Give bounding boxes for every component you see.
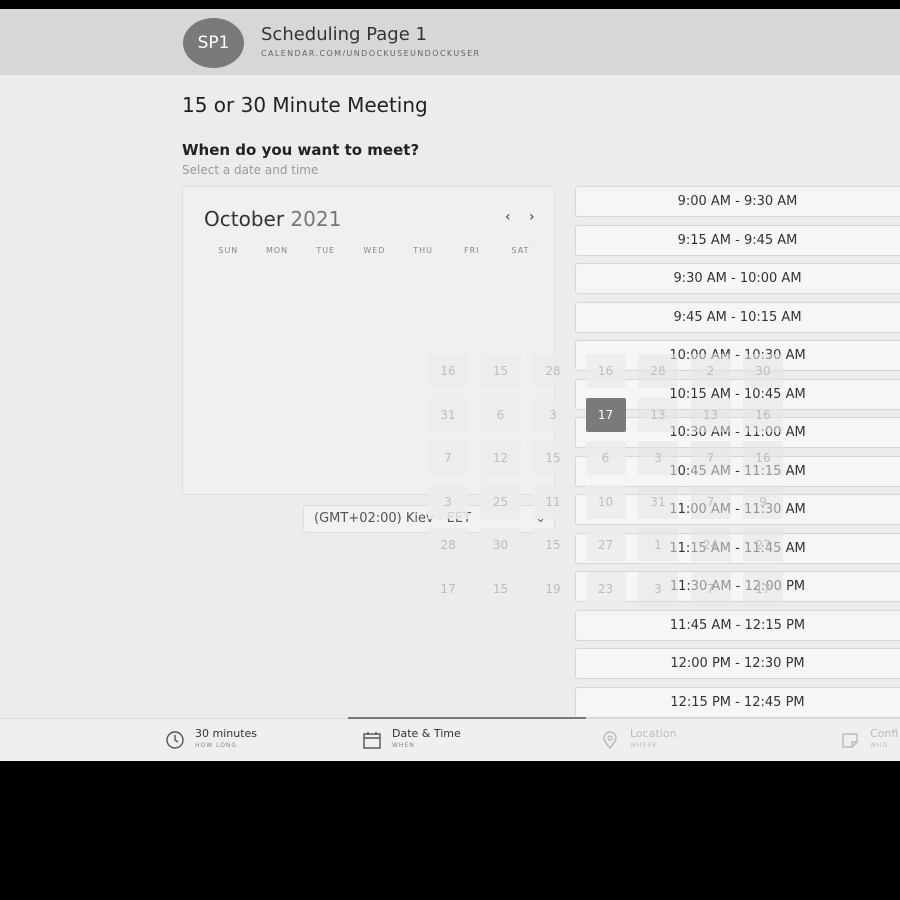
day-cell[interactable]: 16 [743, 441, 783, 475]
time-slot-button[interactable]: 11:45 AM - 12:15 PM [575, 609, 900, 641]
step-confirm-sub: WHO [870, 742, 889, 749]
day-cell[interactable]: 17 [428, 571, 468, 606]
time-slot-button[interactable]: 12:15 PM - 12:45 PM [575, 686, 900, 718]
day-cell[interactable]: 15 [480, 571, 521, 606]
weekday-label: TUE [316, 246, 336, 255]
weekday-label: SUN [218, 246, 239, 255]
day-cell[interactable]: 13 [638, 397, 678, 432]
time-slot-button[interactable]: 12:00 PM - 12:30 PM [575, 648, 900, 679]
weekday-label: FRI [464, 246, 480, 255]
day-cell[interactable]: 27 [743, 528, 783, 562]
day-cell[interactable]: 28 [533, 354, 573, 388]
day-cell[interactable]: 6 [480, 397, 521, 432]
day-cell[interactable]: 31 [428, 397, 468, 432]
weekday-label: SAT [511, 246, 530, 255]
question-heading: When do you want to meet? [182, 141, 420, 159]
weekday-label: MON [265, 246, 289, 255]
day-cell[interactable]: 7 [428, 441, 468, 475]
day-cell[interactable]: 7 [690, 571, 731, 606]
day-cell[interactable]: 9 [743, 484, 783, 519]
chevron-left-icon[interactable]: ‹ [505, 209, 511, 225]
day-cell[interactable]: 12 [480, 441, 521, 475]
day-cell[interactable]: 3 [533, 397, 573, 432]
confirm-icon [842, 733, 858, 748]
calendar-month-year: October 2021 [204, 207, 341, 231]
meeting-title: 15 or 30 Minute Meeting [182, 93, 428, 117]
calendar-icon [363, 732, 381, 749]
day-cell[interactable]: 30 [743, 354, 783, 388]
step-date-time-sub: WHEN [392, 742, 415, 749]
day-cell[interactable]: 3 [428, 484, 468, 519]
day-cell[interactable]: 3 [638, 441, 678, 475]
day-cell[interactable]: 25 [480, 484, 521, 519]
step-duration-label: 30 minutes [195, 727, 258, 740]
avatar: SP1 [183, 18, 244, 68]
day-cell[interactable]: 27 [585, 528, 626, 562]
day-cell[interactable]: 16 [743, 397, 783, 432]
day-cell[interactable]: 15 [533, 528, 573, 562]
step-date-time-label: Date & Time [392, 727, 461, 740]
chevron-right-icon[interactable]: › [529, 209, 535, 225]
step-location-sub: WHERE [630, 742, 658, 749]
day-cell[interactable]: 7 [690, 484, 731, 519]
step-location-label: Location [630, 727, 677, 740]
weekday-label: WED [363, 246, 386, 255]
time-slot-button[interactable]: 9:00 AM - 9:30 AM [575, 186, 900, 217]
time-slot-button[interactable]: 9:15 AM - 9:45 AM [575, 224, 900, 256]
day-cell[interactable]: 31 [638, 484, 678, 519]
day-cell[interactable]: 17 [743, 571, 783, 606]
day-cell[interactable]: 28 [638, 354, 678, 388]
date-grid-overlay: 16 15 28 16 28 2 30 31 6 3 17 13 13 16 7 12 15 6 3 7 16 3 25 11… [428, 354, 785, 614]
day-cell[interactable]: 23 [585, 571, 626, 606]
day-cell[interactable]: 16 [585, 354, 626, 388]
day-cell[interactable]: 1 [638, 528, 678, 562]
day-cell[interactable]: 15 [533, 441, 573, 475]
scheduling-screen: SP1 Scheduling Page 1 CALENDAR.COM/UNDOC… [0, 9, 900, 761]
weekday-header: SUN MON TUE WED THU FRI SAT [204, 246, 545, 255]
location-pin-icon [603, 731, 617, 750]
day-cell[interactable]: 7 [690, 441, 731, 475]
clock-icon [166, 731, 184, 749]
day-cell[interactable]: 13 [690, 397, 731, 432]
day-cell[interactable]: 28 [428, 528, 468, 562]
time-slot-button[interactable]: 9:45 AM - 10:15 AM [575, 301, 900, 333]
day-cell[interactable]: 15 [480, 354, 521, 388]
day-cell[interactable]: 6 [585, 441, 626, 475]
active-step-indicator [348, 717, 586, 719]
day-cell[interactable]: 24 [690, 528, 731, 562]
page-name: Scheduling Page 1 [261, 24, 427, 45]
calendar-year: 2021 [290, 207, 342, 231]
time-slot-button[interactable]: 9:30 AM - 10:00 AM [575, 263, 900, 294]
step-confirm-label: Confi [870, 727, 899, 740]
header: SP1 Scheduling Page 1 CALENDAR.COM/UNDOC… [0, 9, 900, 75]
day-cell[interactable]: 3 [638, 571, 678, 606]
step-bar: 30 minutes HOW LONG Date & Time WHEN Loc… [0, 717, 900, 761]
day-cell[interactable]: 11 [533, 484, 573, 519]
selected-day-cell[interactable]: 17 [585, 397, 626, 432]
day-cell[interactable]: 30 [480, 528, 521, 562]
weekday-label: THU [413, 246, 433, 255]
day-cell[interactable]: 16 [428, 354, 468, 388]
calendar-month: October [204, 207, 285, 231]
day-cell[interactable]: 19 [533, 571, 573, 606]
step-duration-sub: HOW LONG [195, 742, 238, 749]
day-cell[interactable]: 10 [585, 484, 626, 519]
day-cell[interactable]: 2 [690, 354, 731, 388]
page-url[interactable]: CALENDAR.COM/UNDOCKUSEUNDOCKUSER [261, 49, 481, 58]
question-subtext: Select a date and time [182, 163, 319, 177]
